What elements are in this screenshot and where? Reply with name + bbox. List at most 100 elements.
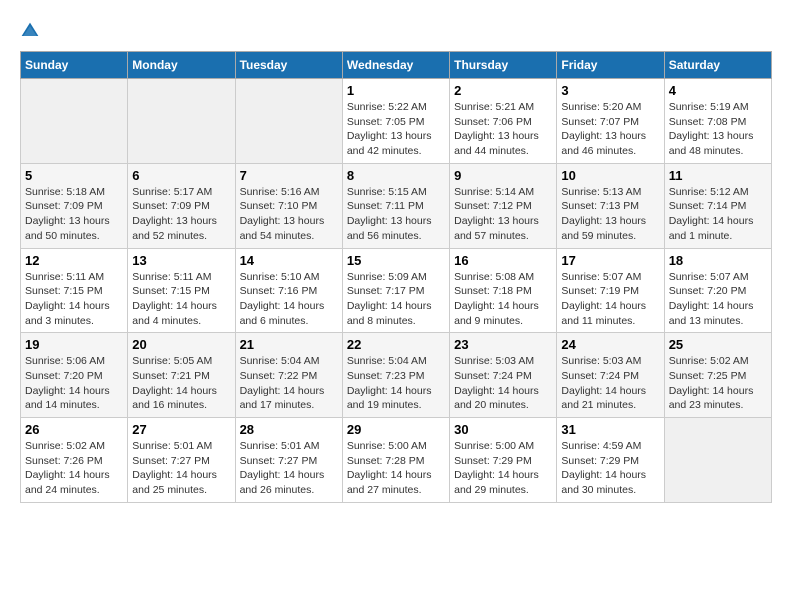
calendar-cell: 20Sunrise: 5:05 AMSunset: 7:21 PMDayligh…	[128, 333, 235, 418]
day-number: 5	[25, 168, 123, 183]
calendar-cell: 27 Sunrise: 5:01 AMSunset: 7:27 PMDayligh…	[128, 418, 235, 503]
day-number: 2	[454, 83, 552, 98]
day-info: Sunrise: 5:20 AMSunset: 7:07 PMDaylight:…	[561, 100, 659, 159]
weekday-header: Wednesday	[342, 52, 449, 79]
day-number: 27	[132, 422, 230, 437]
calendar-cell: 12 Sunrise: 5:11 AMSunset: 7:15 PMDayligh…	[21, 248, 128, 333]
calendar-cell: 22 Sunrise: 5:04 AMSunset: 7:23 PMDayligh…	[342, 333, 449, 418]
calendar-week-row: 19 Sunrise: 5:06 AMSunset: 7:20 PMDayligh…	[21, 333, 772, 418]
day-info: Sunrise: 5:04 AMSunset: 7:22 PMDaylight:…	[240, 354, 338, 413]
day-info: Sunrise: 5:10 AMSunset: 7:16 PMDaylight:…	[240, 270, 338, 329]
calendar-cell: 15 Sunrise: 5:09 AMSunset: 7:17 PMDayligh…	[342, 248, 449, 333]
day-info: Sunrise: 5:04 AMSunset: 7:23 PMDaylight:…	[347, 354, 445, 413]
calendar-cell: 18 Sunrise: 5:07 AMSunset: 7:20 PMDayligh…	[664, 248, 771, 333]
calendar-cell: 17Sunrise: 5:07 AMSunset: 7:19 PMDayligh…	[557, 248, 664, 333]
day-info: Sunrise: 5:06 AMSunset: 7:20 PMDaylight:…	[25, 354, 123, 413]
calendar-cell	[235, 79, 342, 164]
day-info: Sunrise: 5:00 AMSunset: 7:29 PMDaylight:…	[454, 439, 552, 498]
day-number: 3	[561, 83, 659, 98]
logo	[20, 20, 44, 41]
logo-icon	[20, 21, 40, 41]
calendar-cell: 19 Sunrise: 5:06 AMSunset: 7:20 PMDayligh…	[21, 333, 128, 418]
day-number: 24	[561, 337, 659, 352]
day-number: 22	[347, 337, 445, 352]
day-number: 28	[240, 422, 338, 437]
day-number: 26	[25, 422, 123, 437]
day-info: Sunrise: 5:03 AMSunset: 7:24 PMDaylight:…	[454, 354, 552, 413]
calendar-cell: 13Sunrise: 5:11 AMSunset: 7:15 PMDayligh…	[128, 248, 235, 333]
day-number: 7	[240, 168, 338, 183]
calendar-cell: 7 Sunrise: 5:16 AMSunset: 7:10 PMDaylight…	[235, 163, 342, 248]
day-number: 15	[347, 253, 445, 268]
calendar-cell	[664, 418, 771, 503]
day-info: Sunrise: 5:18 AMSunset: 7:09 PMDaylight:…	[25, 185, 123, 244]
day-info: Sunrise: 5:11 AMSunset: 7:15 PMDaylight:…	[25, 270, 123, 329]
day-info: Sunrise: 5:11 AMSunset: 7:15 PMDaylight:…	[132, 270, 230, 329]
day-number: 23	[454, 337, 552, 352]
day-number: 18	[669, 253, 767, 268]
day-info: Sunrise: 5:00 AMSunset: 7:28 PMDaylight:…	[347, 439, 445, 498]
calendar-week-row: 1 Sunrise: 5:22 AMSunset: 7:05 PMDaylight…	[21, 79, 772, 164]
day-info: Sunrise: 5:09 AMSunset: 7:17 PMDaylight:…	[347, 270, 445, 329]
day-number: 14	[240, 253, 338, 268]
day-info: Sunrise: 5:19 AMSunset: 7:08 PMDaylight:…	[669, 100, 767, 159]
calendar-cell: 1 Sunrise: 5:22 AMSunset: 7:05 PMDaylight…	[342, 79, 449, 164]
day-number: 9	[454, 168, 552, 183]
calendar-cell: 11 Sunrise: 5:12 AMSunset: 7:14 PMDayligh…	[664, 163, 771, 248]
day-number: 20	[132, 337, 230, 352]
calendar-cell: 2 Sunrise: 5:21 AMSunset: 7:06 PMDaylight…	[450, 79, 557, 164]
day-number: 25	[669, 337, 767, 352]
day-number: 12	[25, 253, 123, 268]
day-number: 1	[347, 83, 445, 98]
calendar-table: SundayMondayTuesdayWednesdayThursdayFrid…	[20, 51, 772, 503]
day-info: Sunrise: 5:08 AMSunset: 7:18 PMDaylight:…	[454, 270, 552, 329]
calendar-cell: 23 Sunrise: 5:03 AMSunset: 7:24 PMDayligh…	[450, 333, 557, 418]
calendar-cell: 31 Sunrise: 4:59 AMSunset: 7:29 PMDayligh…	[557, 418, 664, 503]
calendar-cell: 14 Sunrise: 5:10 AMSunset: 7:16 PMDayligh…	[235, 248, 342, 333]
calendar-cell: 30 Sunrise: 5:00 AMSunset: 7:29 PMDayligh…	[450, 418, 557, 503]
calendar-cell	[128, 79, 235, 164]
calendar-cell	[21, 79, 128, 164]
page-header	[20, 20, 772, 41]
day-info: Sunrise: 5:16 AMSunset: 7:10 PMDaylight:…	[240, 185, 338, 244]
calendar-cell: 28 Sunrise: 5:01 AMSunset: 7:27 PMDayligh…	[235, 418, 342, 503]
day-info: Sunrise: 5:03 AMSunset: 7:24 PMDaylight:…	[561, 354, 659, 413]
day-number: 6	[132, 168, 230, 183]
calendar-week-row: 12 Sunrise: 5:11 AMSunset: 7:15 PMDayligh…	[21, 248, 772, 333]
day-number: 11	[669, 168, 767, 183]
day-info: Sunrise: 5:02 AMSunset: 7:25 PMDaylight:…	[669, 354, 767, 413]
calendar-cell: 6 Sunrise: 5:17 AMSunset: 7:09 PMDaylight…	[128, 163, 235, 248]
weekday-header: Friday	[557, 52, 664, 79]
day-info: Sunrise: 5:12 AMSunset: 7:14 PMDaylight:…	[669, 185, 767, 244]
weekday-header: Saturday	[664, 52, 771, 79]
calendar-cell: 25 Sunrise: 5:02 AMSunset: 7:25 PMDayligh…	[664, 333, 771, 418]
day-number: 21	[240, 337, 338, 352]
day-info: Sunrise: 5:07 AMSunset: 7:19 PMDaylight:…	[561, 270, 659, 329]
day-info: Sunrise: 4:59 AMSunset: 7:29 PMDaylight:…	[561, 439, 659, 498]
day-number: 31	[561, 422, 659, 437]
calendar-cell: 5 Sunrise: 5:18 AMSunset: 7:09 PMDaylight…	[21, 163, 128, 248]
weekday-header-row: SundayMondayTuesdayWednesdayThursdayFrid…	[21, 52, 772, 79]
weekday-header: Monday	[128, 52, 235, 79]
day-number: 30	[454, 422, 552, 437]
day-number: 29	[347, 422, 445, 437]
day-info: Sunrise: 5:21 AMSunset: 7:06 PMDaylight:…	[454, 100, 552, 159]
day-number: 19	[25, 337, 123, 352]
day-number: 8	[347, 168, 445, 183]
day-info: Sunrise: 5:01 AMSunset: 7:27 PMDaylight:…	[132, 439, 230, 498]
day-info: Sunrise: 5:14 AMSunset: 7:12 PMDaylight:…	[454, 185, 552, 244]
calendar-cell: 3 Sunrise: 5:20 AMSunset: 7:07 PMDaylight…	[557, 79, 664, 164]
calendar-cell: 29 Sunrise: 5:00 AMSunset: 7:28 PMDayligh…	[342, 418, 449, 503]
weekday-header: Thursday	[450, 52, 557, 79]
day-number: 4	[669, 83, 767, 98]
calendar-cell: 4 Sunrise: 5:19 AMSunset: 7:08 PMDaylight…	[664, 79, 771, 164]
day-info: Sunrise: 5:22 AMSunset: 7:05 PMDaylight:…	[347, 100, 445, 159]
day-info: Sunrise: 5:07 AMSunset: 7:20 PMDaylight:…	[669, 270, 767, 329]
calendar-cell: 24 Sunrise: 5:03 AMSunset: 7:24 PMDayligh…	[557, 333, 664, 418]
day-info: Sunrise: 5:17 AMSunset: 7:09 PMDaylight:…	[132, 185, 230, 244]
day-info: Sunrise: 5:13 AMSunset: 7:13 PMDaylight:…	[561, 185, 659, 244]
day-info: Sunrise: 5:01 AMSunset: 7:27 PMDaylight:…	[240, 439, 338, 498]
day-number: 10	[561, 168, 659, 183]
calendar-cell: 9 Sunrise: 5:14 AMSunset: 7:12 PMDaylight…	[450, 163, 557, 248]
calendar-week-row: 5 Sunrise: 5:18 AMSunset: 7:09 PMDaylight…	[21, 163, 772, 248]
